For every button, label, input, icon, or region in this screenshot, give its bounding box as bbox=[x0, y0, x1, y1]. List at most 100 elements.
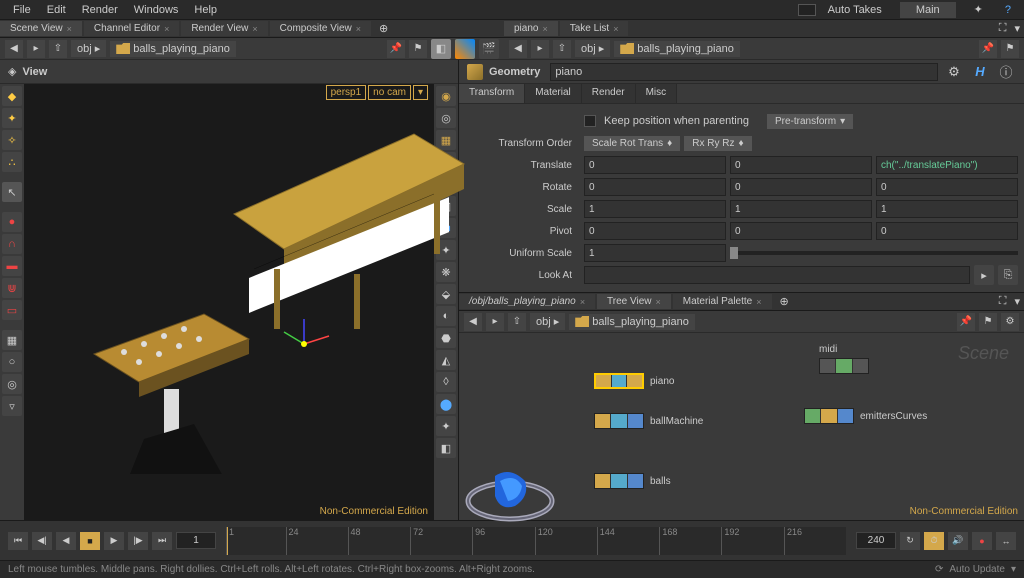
tab-take-list[interactable]: Take List× bbox=[560, 21, 629, 36]
tl-playrev-icon[interactable]: ◀ bbox=[56, 532, 76, 550]
misc-tool[interactable]: ▿ bbox=[2, 396, 22, 416]
tl-realtime-icon[interactable]: ⏱ bbox=[924, 532, 944, 550]
node-ballmachine[interactable]: ballMachine bbox=[594, 413, 703, 429]
render-icon[interactable]: 🎬 bbox=[479, 39, 499, 59]
menu-render[interactable]: Render bbox=[74, 4, 126, 16]
uscale-input[interactable] bbox=[584, 244, 726, 262]
lookat-jump-icon[interactable]: ⎘ bbox=[998, 265, 1018, 285]
tl-play-icon[interactable]: ▶ bbox=[104, 532, 124, 550]
nettab-matpal[interactable]: Material Palette× bbox=[673, 294, 772, 309]
menu-edit[interactable]: Edit bbox=[39, 4, 74, 16]
cook-icon[interactable]: ⟳ bbox=[935, 564, 943, 575]
keep-pos-checkbox[interactable] bbox=[584, 115, 596, 127]
tab-scene-view[interactable]: Scene View× bbox=[0, 21, 82, 36]
tab-piano[interactable]: piano× bbox=[504, 21, 558, 36]
torder-dropdown[interactable]: Scale Rot Trans♦ bbox=[584, 136, 680, 151]
nettab-tree[interactable]: Tree View× bbox=[597, 294, 671, 309]
tl-current-frame[interactable] bbox=[176, 532, 216, 549]
rorder-dropdown[interactable]: Rx Ry Rz♦ bbox=[684, 136, 751, 151]
pane-menu-icon[interactable]: ▾ bbox=[1010, 295, 1024, 308]
nav-up-icon[interactable]: ⇧ bbox=[49, 40, 67, 58]
color-icon[interactable] bbox=[455, 39, 475, 59]
rz-input[interactable] bbox=[876, 178, 1018, 196]
circle-tool[interactable]: ○ bbox=[2, 352, 22, 372]
sx-input[interactable] bbox=[584, 200, 726, 218]
tl-last-icon[interactable]: ⏭ bbox=[152, 532, 172, 550]
pane-expand-icon[interactable]: ⛶ bbox=[995, 295, 1011, 308]
sphere-tool[interactable]: ● bbox=[2, 212, 22, 232]
flag-icon[interactable]: ⚑ bbox=[409, 40, 427, 58]
tz-input[interactable] bbox=[876, 156, 1018, 174]
menu-help[interactable]: Help bbox=[186, 4, 225, 16]
close-icon[interactable]: × bbox=[252, 24, 257, 34]
nav-up-icon[interactable]: ⇧ bbox=[553, 40, 571, 58]
tl-nextkey-icon[interactable]: |▶ bbox=[128, 532, 148, 550]
add-tab-icon[interactable]: ⊕ bbox=[373, 22, 394, 35]
path-obj[interactable]: obj▸ bbox=[575, 40, 610, 57]
menu-file[interactable]: File bbox=[5, 4, 39, 16]
cylinder-tool[interactable]: ▬ bbox=[2, 256, 22, 276]
auto-update-label[interactable]: Auto Update bbox=[949, 564, 1005, 575]
magnet-tool[interactable]: ∩ bbox=[2, 234, 22, 254]
path-scene[interactable]: balls_playing_piano bbox=[110, 41, 236, 57]
node-balls[interactable]: balls bbox=[594, 473, 671, 489]
tl-key-icon[interactable]: ● bbox=[972, 532, 992, 550]
info-icon[interactable]: ⓘ bbox=[996, 62, 1016, 82]
view-label[interactable]: View bbox=[22, 66, 47, 78]
menu-windows[interactable]: Windows bbox=[126, 4, 187, 16]
nav-back-icon[interactable]: ◀ bbox=[5, 40, 23, 58]
autotakes-checkbox[interactable] bbox=[798, 4, 816, 16]
camera-label[interactable]: persp1no cam▾ bbox=[324, 87, 428, 98]
tl-loop-icon[interactable]: ↻ bbox=[900, 532, 920, 550]
nav-fwd-icon[interactable]: ▸ bbox=[27, 40, 45, 58]
node-piano[interactable]: piano bbox=[594, 373, 674, 389]
nav-back-icon[interactable]: ◀ bbox=[509, 40, 527, 58]
nav-fwd-icon[interactable]: ▸ bbox=[531, 40, 549, 58]
tl-audio-icon[interactable]: 🔊 bbox=[948, 532, 968, 550]
px-input[interactable] bbox=[584, 222, 726, 240]
scatter-tool[interactable]: ∴ bbox=[2, 152, 22, 172]
lasso-tool[interactable]: ✦ bbox=[2, 108, 22, 128]
tab-render-view[interactable]: Render View× bbox=[181, 21, 267, 36]
pz-input[interactable] bbox=[876, 222, 1018, 240]
path-obj[interactable]: obj▸ bbox=[71, 40, 106, 57]
lookat-input[interactable] bbox=[584, 266, 970, 284]
uscale-slider[interactable] bbox=[730, 251, 1018, 255]
take-selector[interactable]: Main bbox=[900, 2, 956, 18]
node-emitters[interactable]: emittersCurves bbox=[804, 408, 927, 424]
close-icon[interactable]: × bbox=[613, 24, 618, 34]
ptab-transform[interactable]: Transform bbox=[459, 84, 525, 103]
tl-first-icon[interactable]: ⏮ bbox=[8, 532, 28, 550]
tab-channel-editor[interactable]: Channel Editor× bbox=[84, 21, 179, 36]
viewport[interactable]: persp1no cam▾ bbox=[24, 84, 434, 520]
nettab-path[interactable]: /obj/balls_playing_piano× bbox=[459, 294, 595, 309]
tx-input[interactable] bbox=[584, 156, 726, 174]
nav-up-icon[interactable]: ⇧ bbox=[508, 313, 526, 331]
tl-range-icon[interactable]: ↔ bbox=[996, 532, 1016, 550]
ptab-material[interactable]: Material bbox=[525, 84, 582, 103]
gear-icon[interactable]: ⚙ bbox=[1001, 313, 1019, 331]
ty-input[interactable] bbox=[730, 156, 872, 174]
pane-expand-icon[interactable]: ⛶ bbox=[995, 22, 1011, 35]
tl-stop-icon[interactable]: ■ bbox=[80, 532, 100, 550]
path-obj[interactable]: obj▸ bbox=[530, 313, 565, 330]
select-tool[interactable]: ◆ bbox=[2, 86, 22, 106]
py-input[interactable] bbox=[730, 222, 872, 240]
gear-icon[interactable]: ⚙ bbox=[944, 62, 964, 82]
ptab-misc[interactable]: Misc bbox=[636, 84, 678, 103]
sz-input[interactable] bbox=[876, 200, 1018, 218]
pane-menu-icon[interactable]: ▾ bbox=[1010, 22, 1024, 35]
nav-fwd-icon[interactable]: ▸ bbox=[486, 313, 504, 331]
ry-input[interactable] bbox=[730, 178, 872, 196]
dual-magnet-tool[interactable]: ⋓ bbox=[2, 278, 22, 298]
add-tab-icon[interactable]: ⊕ bbox=[774, 295, 795, 308]
close-icon[interactable]: × bbox=[164, 24, 169, 34]
grid-tool[interactable]: ▦ bbox=[2, 330, 22, 350]
torus-tool[interactable]: ◎ bbox=[2, 374, 22, 394]
close-icon[interactable]: × bbox=[356, 24, 361, 34]
arrow-tool[interactable]: ↖ bbox=[2, 182, 22, 202]
tl-end-frame[interactable] bbox=[856, 532, 896, 549]
close-icon[interactable]: × bbox=[67, 24, 72, 34]
node-midi[interactable]: midi bbox=[819, 358, 869, 374]
close-icon[interactable]: × bbox=[542, 24, 547, 34]
